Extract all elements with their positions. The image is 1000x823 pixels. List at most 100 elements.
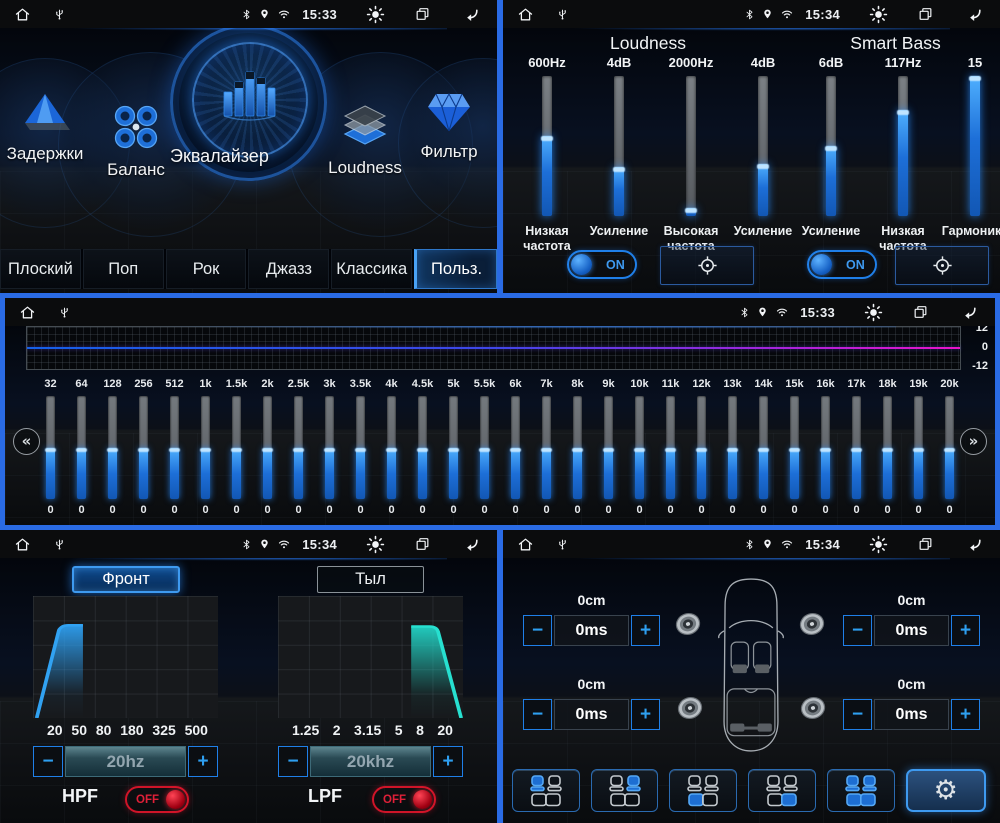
vertical-slider[interactable]: 4dB Усиление (727, 55, 799, 254)
seat-config-button[interactable] (591, 769, 659, 812)
seat-config-button[interactable] (512, 769, 580, 812)
vertical-slider[interactable]: 2000Hz Высокая частота (655, 55, 727, 254)
eq-band[interactable]: 5k 0 (438, 378, 469, 518)
home-icon[interactable] (14, 6, 31, 23)
band-slider-track[interactable] (46, 396, 55, 499)
seat-config-button[interactable] (669, 769, 737, 812)
brightness-icon[interactable] (366, 535, 385, 554)
slider-track[interactable] (970, 76, 980, 216)
recent-apps-icon[interactable] (912, 304, 929, 320)
tab-rear[interactable]: Тыл (317, 566, 424, 593)
band-slider-track[interactable] (325, 396, 334, 499)
plus-button[interactable]: + (951, 699, 980, 730)
vertical-slider[interactable]: 117Hz Низкая частота (867, 55, 939, 254)
band-slider-track[interactable] (77, 396, 86, 499)
band-slider-track[interactable] (449, 396, 458, 499)
band-slider-track[interactable] (418, 396, 427, 499)
back-icon[interactable] (462, 6, 481, 22)
home-icon[interactable] (19, 304, 36, 321)
band-slider-track[interactable] (790, 396, 799, 499)
band-slider-track[interactable] (139, 396, 148, 499)
preset-tab[interactable]: Рок (166, 249, 247, 289)
band-slider-track[interactable] (852, 396, 861, 499)
eq-band[interactable]: 20k 0 (934, 378, 965, 518)
brightness-icon[interactable] (869, 5, 888, 24)
eq-band[interactable]: 11k 0 (655, 378, 686, 518)
eq-band[interactable]: 9k 0 (593, 378, 624, 518)
slider-track[interactable] (758, 76, 768, 216)
eq-band[interactable]: 7k 0 (531, 378, 562, 518)
back-icon[interactable] (965, 6, 984, 22)
delay-settings-button[interactable]: ⚙ (906, 769, 987, 812)
slider-track[interactable] (614, 76, 624, 216)
eq-band[interactable]: 32 0 (35, 378, 66, 518)
home-icon[interactable] (517, 6, 534, 23)
vertical-slider[interactable]: 4dB Усиление (583, 55, 655, 254)
minus-button[interactable]: − (278, 746, 308, 777)
eq-band[interactable]: 13k 0 (717, 378, 748, 518)
eq-band[interactable]: 15k 0 (779, 378, 810, 518)
band-slider-track[interactable] (635, 396, 644, 499)
vertical-slider[interactable]: 600Hz Низкая частота (511, 55, 583, 254)
eq-band[interactable]: 17k 0 (841, 378, 872, 518)
plus-button[interactable]: + (188, 746, 218, 777)
home-icon[interactable] (517, 536, 534, 553)
lpf-off-toggle[interactable]: OFF (372, 786, 436, 813)
vertical-slider[interactable]: 15 Гармоника (939, 55, 1000, 254)
eq-band[interactable]: 256 0 (128, 378, 159, 518)
band-slider-track[interactable] (914, 396, 923, 499)
eq-band[interactable]: 1.5k 0 (221, 378, 252, 518)
seat-config-button[interactable] (748, 769, 816, 812)
preset-tab[interactable]: Польз. (414, 249, 497, 289)
band-slider-track[interactable] (170, 396, 179, 499)
back-icon[interactable] (462, 536, 481, 552)
eq-band[interactable]: 6k 0 (500, 378, 531, 518)
plus-button[interactable]: + (631, 699, 660, 730)
band-slider-track[interactable] (666, 396, 675, 499)
eq-band[interactable]: 10k 0 (624, 378, 655, 518)
band-slider-track[interactable] (480, 396, 489, 499)
eq-band[interactable]: 18k 0 (872, 378, 903, 518)
band-slider-track[interactable] (945, 396, 954, 499)
slider-track[interactable] (542, 76, 552, 216)
page-left-button[interactable]: « (13, 428, 40, 455)
plus-button[interactable]: + (631, 615, 660, 646)
vertical-slider[interactable]: 6dB Усиление (795, 55, 867, 254)
eq-band[interactable]: 128 0 (97, 378, 128, 518)
band-slider-track[interactable] (294, 396, 303, 499)
tab-front[interactable]: Фронт (72, 566, 180, 593)
eq-band[interactable]: 14k 0 (748, 378, 779, 518)
minus-button[interactable]: − (523, 615, 552, 646)
slider-track[interactable] (826, 76, 836, 216)
eq-band[interactable]: 3k 0 (314, 378, 345, 518)
menu-item-balance[interactable]: Баланс (92, 102, 180, 180)
eq-band[interactable]: 64 0 (66, 378, 97, 518)
minus-button[interactable]: − (843, 615, 872, 646)
band-slider-track[interactable] (697, 396, 706, 499)
eq-band[interactable]: 19k 0 (903, 378, 934, 518)
band-slider-track[interactable] (883, 396, 892, 499)
brightness-icon[interactable] (864, 303, 883, 322)
band-slider-track[interactable] (232, 396, 241, 499)
page-right-button[interactable]: » (960, 428, 987, 455)
minus-button[interactable]: − (33, 746, 63, 777)
home-icon[interactable] (14, 536, 31, 553)
loudness-on-toggle[interactable]: ON (567, 250, 637, 279)
plus-button[interactable]: + (433, 746, 463, 777)
brightness-icon[interactable] (366, 5, 385, 24)
band-slider-track[interactable] (263, 396, 272, 499)
smart-bass-reset-button[interactable] (895, 246, 989, 285)
band-slider-track[interactable] (821, 396, 830, 499)
slider-track[interactable] (686, 76, 696, 216)
back-icon[interactable] (965, 536, 984, 552)
hpf-off-toggle[interactable]: OFF (125, 786, 189, 813)
eq-band[interactable]: 4.5k 0 (407, 378, 438, 518)
seat-config-button[interactable] (827, 769, 895, 812)
band-slider-track[interactable] (542, 396, 551, 499)
preset-tab[interactable]: Классика (331, 249, 412, 289)
smart-bass-on-toggle[interactable]: ON (807, 250, 877, 279)
slider-track[interactable] (898, 76, 908, 216)
menu-item-filter[interactable]: Фильтр (408, 90, 490, 162)
band-slider-track[interactable] (356, 396, 365, 499)
brightness-icon[interactable] (869, 535, 888, 554)
